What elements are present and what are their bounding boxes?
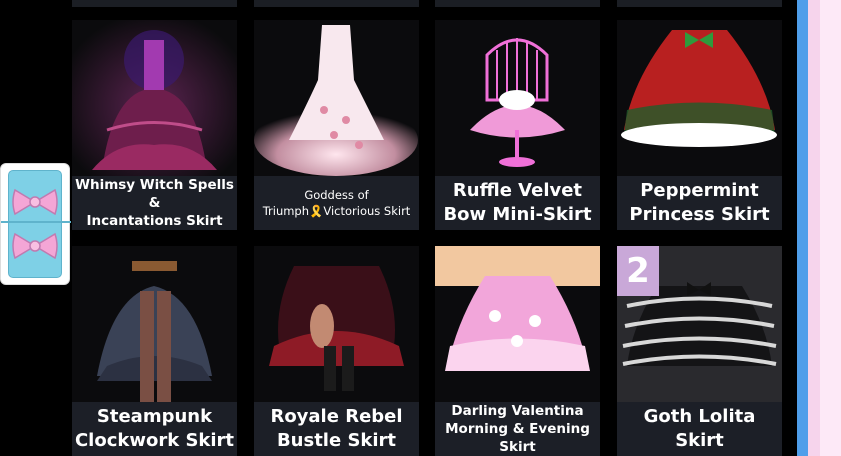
item-thumbnail (254, 246, 419, 402)
item-card-whimsy-witch-skirt[interactable]: Whimsy Witch Spells & Incantations Skirt (72, 20, 237, 230)
item-thumbnail (617, 20, 782, 176)
item-label: Steampunk Clockwork Skirt (72, 402, 237, 456)
item-thumbnail (72, 20, 237, 176)
item-name: Darling Valentina Morning & Evening Skir… (445, 403, 590, 455)
bow-icon (12, 188, 58, 216)
item-name: Goddess of Triumph🎗️Victorious Skirt (262, 188, 411, 218)
item-grid-panel: Whimsy Witch Spells & Incantations Skirt (0, 0, 797, 456)
item-thumbnail (72, 246, 237, 402)
item-card-steampunk-clockwork-skirt[interactable]: Steampunk Clockwork Skirt (72, 246, 237, 456)
adjacent-panel-inner (820, 0, 841, 456)
previous-row-card-edge (617, 0, 782, 7)
item-name: Ruffle Velvet Bow Mini-Skirt (443, 180, 592, 225)
item-card-ruffle-velvet-bow-skirt[interactable]: Ruffle Velvet Bow Mini-Skirt (435, 20, 600, 230)
item-name: Royale Rebel Bustle Skirt (270, 406, 403, 451)
item-card-darling-valentina-skirt[interactable]: Darling Valentina Morning & Evening Skir… (435, 246, 600, 456)
item-label: Peppermint Princess Skirt (617, 176, 782, 230)
item-thumbnail (435, 246, 600, 402)
item-label: Darling Valentina Morning & Evening Skir… (435, 402, 600, 456)
item-card-goth-lolita-skirt[interactable]: 2 Goth Lolita Skirt (617, 246, 782, 456)
item-name: Goth Lolita Skirt (643, 406, 756, 451)
previous-row-card-edge (435, 0, 600, 7)
bow-icon (12, 232, 58, 260)
scrollbar-thumb[interactable] (797, 0, 808, 456)
item-label: Goth Lolita Skirt (617, 402, 782, 456)
tab-divider (1, 221, 71, 223)
owned-count-badge: 2 (617, 246, 659, 296)
item-thumbnail (254, 20, 419, 176)
scrollbar-track[interactable] (797, 0, 808, 456)
adjacent-panel-edge (808, 0, 841, 456)
item-label: Royale Rebel Bustle Skirt (254, 402, 419, 456)
item-card-royale-rebel-bustle-skirt[interactable]: Royale Rebel Bustle Skirt (254, 246, 419, 456)
previous-row-card-edge (72, 0, 237, 7)
category-tab-bows[interactable] (1, 164, 71, 284)
item-name: Whimsy Witch Spells & Incantations Skirt (75, 177, 234, 229)
item-label: Goddess of Triumph🎗️Victorious Skirt (254, 176, 419, 230)
item-label: Ruffle Velvet Bow Mini-Skirt (435, 176, 600, 230)
previous-row-card-edge (254, 0, 419, 7)
item-thumbnail (435, 20, 600, 176)
item-name: Steampunk Clockwork Skirt (74, 406, 235, 451)
item-name: Peppermint Princess Skirt (629, 180, 770, 225)
item-label: Whimsy Witch Spells & Incantations Skirt (72, 176, 237, 230)
item-card-peppermint-princess-skirt[interactable]: Peppermint Princess Skirt (617, 20, 782, 230)
item-card-goddess-of-triumph-skirt[interactable]: Goddess of Triumph🎗️Victorious Skirt (254, 20, 419, 230)
